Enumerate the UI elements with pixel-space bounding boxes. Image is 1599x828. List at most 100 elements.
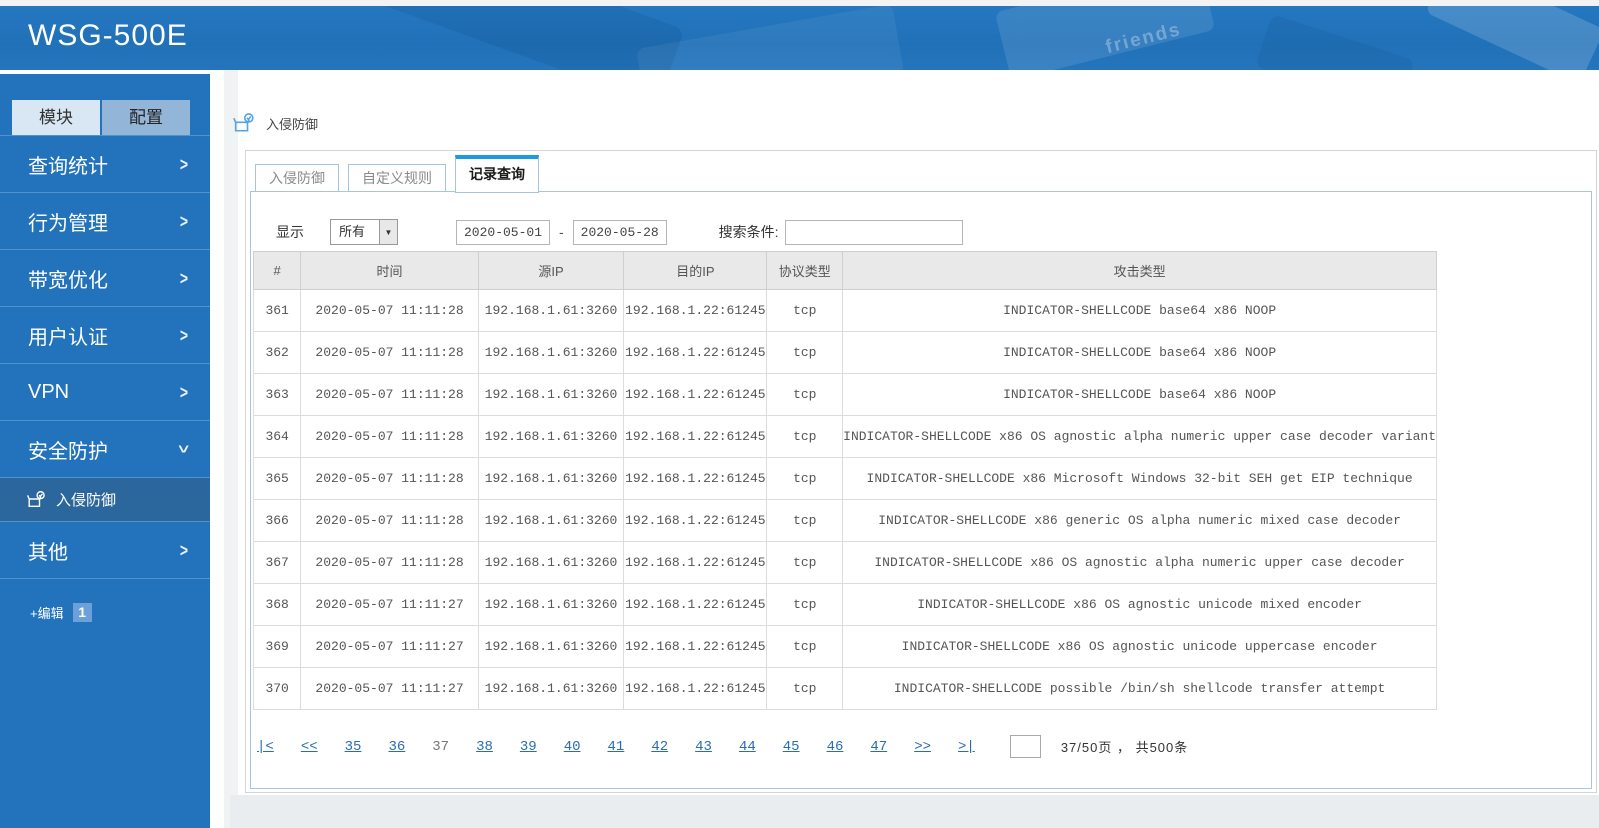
sidebar-item-label: 行为管理 [28, 212, 108, 235]
cell-index: 366 [252, 499, 302, 542]
page-link[interactable]: 43 [695, 739, 712, 755]
header-background-key [1255, 14, 1415, 70]
cell-dest-ip: 192.168.1.22:61245 [623, 373, 768, 416]
date-from-input[interactable] [456, 219, 550, 245]
tab-custom-rules[interactable]: 自定义规则 [348, 164, 446, 192]
page-first-button[interactable]: |< [257, 739, 274, 755]
col-header-source-ip: 源IP [477, 251, 625, 290]
cell-attack-type: INDICATOR-SHELLCODE possible /bin/sh she… [842, 667, 1438, 710]
frame-scroll-gutter[interactable] [224, 70, 238, 828]
page-title: 入侵防御 [266, 117, 319, 132]
table-row: 361 2020-05-07 11:11:28 192.168.1.61:326… [252, 289, 1438, 332]
dropdown-arrow-icon[interactable]: ▼ [379, 220, 397, 244]
cell-source-ip: 192.168.1.61:3260 [477, 415, 625, 458]
search-input[interactable] [784, 219, 963, 245]
sidebar-tab-config[interactable]: 配置 [102, 100, 190, 135]
sidebar-item-query-stats[interactable]: 查询统计 > [0, 136, 210, 193]
sidebar-tab-modules[interactable]: 模块 [12, 100, 100, 135]
cell-attack-type: INDICATOR-SHELLCODE x86 OS agnostic alph… [842, 541, 1438, 584]
cell-dest-ip: 192.168.1.22:61245 [623, 289, 768, 332]
page-link[interactable]: 45 [783, 739, 800, 755]
cell-time: 2020-05-07 11:11:28 [300, 541, 479, 584]
chevron-right-icon: > [179, 267, 188, 289]
page-jump-input[interactable] [1009, 735, 1041, 758]
header-background-key [1425, 6, 1599, 70]
cell-time: 2020-05-07 11:11:28 [300, 457, 479, 500]
page-prev-button[interactable]: << [301, 739, 318, 755]
sidebar-item-user-auth[interactable]: 用户认证 > [0, 307, 210, 364]
cell-source-ip: 192.168.1.61:3260 [477, 583, 625, 626]
cell-protocol: tcp [766, 457, 844, 500]
date-to-input[interactable] [572, 219, 667, 245]
table-header-row: # 时间 源IP 目的IP 协议类型 攻击类型 [252, 251, 1438, 290]
display-select[interactable]: 所有 ▼ [330, 219, 398, 245]
cell-index: 367 [252, 541, 302, 584]
cell-source-ip: 192.168.1.61:3260 [477, 667, 625, 710]
package-check-icon [232, 112, 255, 135]
display-select-value: 所有 [339, 224, 366, 239]
cell-attack-type: INDICATOR-SHELLCODE x86 OS agnostic alph… [842, 415, 1438, 458]
cell-dest-ip: 192.168.1.22:61245 [623, 583, 768, 626]
cell-protocol: tcp [766, 331, 844, 374]
sidebar-item-label: 用户认证 [28, 326, 108, 349]
page-link[interactable]: 47 [870, 739, 887, 755]
page-info: 37/50页 ， 共500条 [1060, 740, 1189, 755]
cell-index: 361 [252, 289, 302, 332]
page-link[interactable]: 39 [520, 739, 537, 755]
date-range-separator: - [559, 224, 564, 240]
app-header: friends WSG-500E [0, 6, 1599, 70]
cell-index: 363 [252, 373, 302, 416]
edit-count-badge: 1 [72, 603, 92, 622]
cell-time: 2020-05-07 11:11:27 [300, 667, 479, 710]
cell-time: 2020-05-07 11:11:28 [300, 289, 479, 332]
table-row: 368 2020-05-07 11:11:27 192.168.1.61:326… [252, 583, 1438, 626]
cell-source-ip: 192.168.1.61:3260 [477, 457, 625, 500]
page-link[interactable]: 36 [388, 739, 405, 755]
cell-protocol: tcp [766, 499, 844, 542]
sidebar-item-behavior-mgmt[interactable]: 行为管理 > [0, 193, 210, 250]
cell-attack-type: INDICATOR-SHELLCODE x86 Microsoft Window… [842, 457, 1438, 500]
page-link[interactable]: 46 [827, 739, 844, 755]
col-header-dest-ip: 目的IP [623, 251, 768, 290]
cell-time: 2020-05-07 11:11:28 [300, 373, 479, 416]
page-link[interactable]: 35 [345, 739, 362, 755]
cell-time: 2020-05-07 11:11:28 [300, 331, 479, 374]
page-link[interactable]: 40 [564, 739, 581, 755]
page-link[interactable]: 42 [651, 739, 668, 755]
cell-protocol: tcp [766, 667, 844, 710]
cell-dest-ip: 192.168.1.22:61245 [623, 415, 768, 458]
page-link[interactable]: 44 [739, 739, 756, 755]
tab-record-query[interactable]: 记录查询 [455, 155, 539, 193]
breadcrumb: 入侵防御 [232, 112, 318, 135]
page-link[interactable]: 38 [476, 739, 493, 755]
sidebar-item-bandwidth[interactable]: 带宽优化 > [0, 250, 210, 307]
table-row: 369 2020-05-07 11:11:27 192.168.1.61:326… [252, 625, 1438, 668]
col-header-index: # [252, 251, 302, 290]
page-next-button[interactable]: >> [914, 739, 931, 755]
sidebar-item-other[interactable]: 其他 > [0, 522, 210, 579]
page-last-button[interactable]: >| [958, 739, 975, 755]
filter-row: 显示 所有 ▼ - 搜索条件: [276, 219, 1576, 245]
chevron-down-icon: > [173, 444, 195, 454]
cell-index: 362 [252, 331, 302, 374]
chevron-right-icon: > [179, 153, 188, 175]
screen: friends WSG-500E 模块 配置 查询统计 > 行为管理 > 带宽优… [0, 0, 1599, 828]
tab-strip: 入侵防御 自定义规则 记录查询 [255, 154, 548, 193]
edit-link[interactable]: +编辑 [30, 603, 64, 622]
sidebar-item-security[interactable]: 安全防护 > [0, 421, 210, 478]
table-row: 364 2020-05-07 11:11:28 192.168.1.61:326… [252, 415, 1438, 458]
col-header-time: 时间 [300, 251, 479, 290]
cell-protocol: tcp [766, 541, 844, 584]
tab-intrusion-prevention[interactable]: 入侵防御 [255, 164, 339, 192]
content-panel: 入侵防御 自定义规则 记录查询 显示 所有 ▼ - 搜索条件: [245, 150, 1597, 793]
sidebar-item-label: 其他 [28, 541, 68, 564]
records-table: # 时间 源IP 目的IP 协议类型 攻击类型 361 2020-05-07 1… [252, 251, 1438, 710]
cell-index: 365 [252, 457, 302, 500]
col-header-attack-type: 攻击类型 [842, 251, 1438, 290]
sidebar-item-intrusion-prevention[interactable]: 入侵防御 [0, 478, 210, 522]
pagination: |< << 35 36 37 38 39 40 41 42 43 44 45 4… [257, 735, 1576, 758]
search-label: 搜索条件: [718, 224, 779, 240]
cell-protocol: tcp [766, 373, 844, 416]
page-link[interactable]: 41 [608, 739, 625, 755]
sidebar-item-vpn[interactable]: VPN > [0, 364, 210, 421]
